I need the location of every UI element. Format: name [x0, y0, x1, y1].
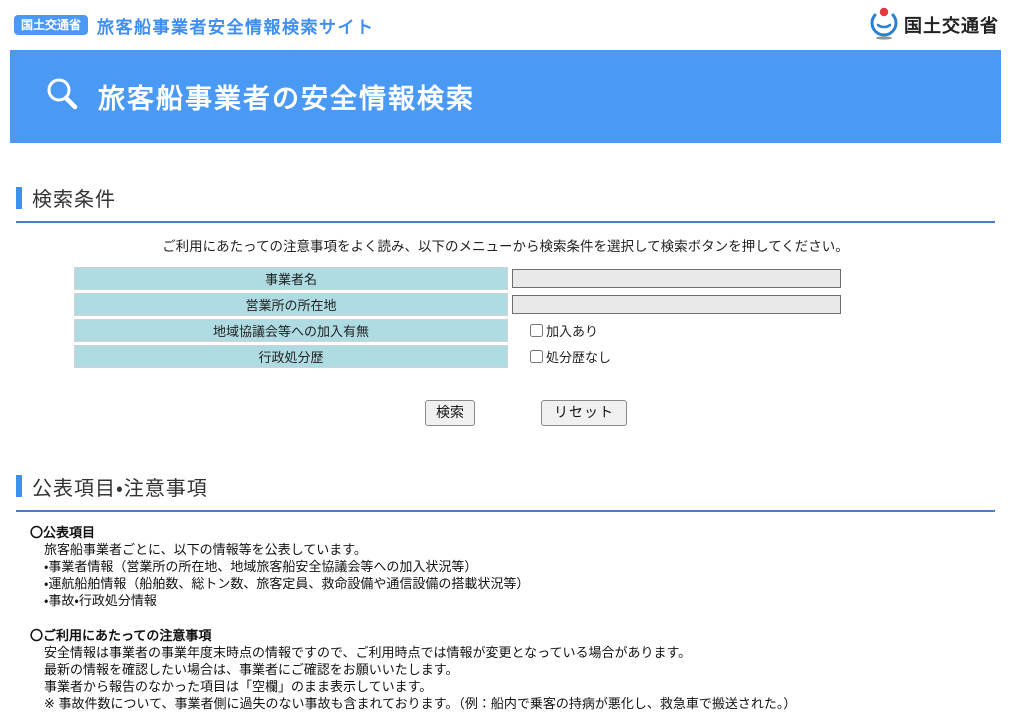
- field-label-disposition-history: 行政処分歴: [74, 345, 508, 368]
- operator-name-input[interactable]: [512, 269, 841, 288]
- field-value-cell: [508, 293, 841, 316]
- search-section-heading: 検索条件: [16, 183, 995, 223]
- field-value-cell: [508, 267, 841, 290]
- note-line: ※ 事故件数について、事業者側に過失のない事故も含まれております。（例：船内で乗…: [44, 695, 995, 712]
- field-label-office-location: 営業所の所在地: [74, 293, 508, 316]
- site-header: 国土交通省 旅客船事業者安全情報検索サイト 国土交通省: [0, 0, 1011, 50]
- notes-section-heading: 公表項目・注意事項: [16, 472, 995, 512]
- council-joined-checkbox[interactable]: [530, 324, 543, 337]
- field-label-council-membership: 地域協議会等への加入有無: [74, 319, 508, 342]
- button-row: 検索 リセット: [425, 400, 995, 426]
- form-row-council-membership: 地域協議会等への加入有無 加入あり: [74, 319, 995, 342]
- heading-bar: [16, 475, 22, 497]
- search-section-title: 検索条件: [32, 183, 116, 212]
- search-button[interactable]: 検索: [425, 400, 475, 426]
- field-value-cell: 処分歴なし: [508, 345, 611, 368]
- mlit-logo: 国土交通省: [868, 0, 999, 50]
- note-line: 安全情報は事業者の事業年度末時点の情報ですので、ご利用時点では情報が変更となって…: [44, 644, 995, 661]
- heading-bar: [16, 187, 22, 209]
- notes-body: 〇公表項目 旅客船事業者ごとに、以下の情報等を公表しています。 ・事業者情報（営…: [30, 524, 995, 712]
- mlit-badge: 国土交通省: [14, 15, 88, 35]
- reset-button[interactable]: リセット: [541, 400, 627, 426]
- note-line: 最新の情報を確認したい場合は、事業者にご確認をお願いいたします。: [44, 661, 995, 678]
- form-row-operator-name: 事業者名: [74, 267, 995, 290]
- no-disposition-checkbox[interactable]: [530, 350, 543, 363]
- form-row-office-location: 営業所の所在地: [74, 293, 995, 316]
- search-section: 検索条件 ご利用にあたっての注意事項をよく読み、以下のメニューから検索条件を選択…: [16, 143, 995, 426]
- note-line: 事業者から報告のなかった項目は「空欄」のまま表示しています。: [44, 678, 995, 695]
- search-form: 事業者名 営業所の所在地 地域協議会等への加入有無 加入あり 行政処分歴: [74, 267, 995, 368]
- published-items-title: 〇公表項目: [30, 524, 995, 541]
- mlit-logo-icon: [868, 6, 900, 45]
- site-title-link[interactable]: 旅客船事業者安全情報検索サイト: [97, 13, 375, 38]
- field-value-cell: 加入あり: [508, 319, 598, 342]
- no-disposition-option[interactable]: 処分歴なし: [512, 347, 611, 366]
- instruction-text: ご利用にあたっての注意事項をよく読み、以下のメニューから検索条件を選択して検索ボ…: [16, 235, 995, 255]
- notes-section-title: 公表項目・注意事項: [32, 472, 208, 501]
- form-row-disposition-history: 行政処分歴 処分歴なし: [74, 345, 995, 368]
- usage-notes-title: 〇ご利用にあたっての注意事項: [30, 627, 995, 644]
- council-joined-option[interactable]: 加入あり: [512, 321, 598, 340]
- published-items-block: 〇公表項目 旅客船事業者ごとに、以下の情報等を公表しています。 ・事業者情報（営…: [30, 524, 995, 609]
- note-line: ・運航船舶情報（船舶数、総トン数、旅客定員、救命設備や通信設備の搭載状況等）: [44, 575, 995, 592]
- hero-banner: 旅客船事業者の安全情報検索: [10, 50, 1001, 143]
- notes-section: 公表項目・注意事項 〇公表項目 旅客船事業者ごとに、以下の情報等を公表しています…: [16, 426, 995, 712]
- note-line: ・事業者情報（営業所の所在地、地域旅客船安全協議会等への加入状況等）: [44, 558, 995, 575]
- note-line: 旅客船事業者ごとに、以下の情報等を公表しています。: [44, 541, 995, 558]
- page-title: 旅客船事業者の安全情報検索: [98, 77, 475, 116]
- council-joined-label: 加入あり: [546, 321, 598, 340]
- search-icon: [44, 76, 80, 117]
- no-disposition-label: 処分歴なし: [546, 347, 611, 366]
- field-label-operator-name: 事業者名: [74, 267, 508, 290]
- office-location-input[interactable]: [512, 295, 841, 314]
- mlit-org-name: 国土交通省: [904, 12, 999, 38]
- note-line: ・事故・行政処分情報: [44, 592, 995, 609]
- usage-notes-block: 〇ご利用にあたっての注意事項 安全情報は事業者の事業年度末時点の情報ですので、ご…: [30, 627, 995, 712]
